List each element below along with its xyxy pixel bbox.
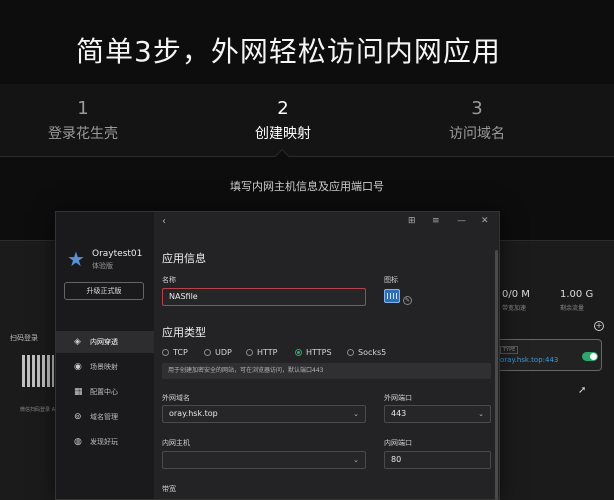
scene-icon: ◉ <box>74 362 82 372</box>
step-divider <box>0 156 614 157</box>
stat-value: 0/0 M <box>502 289 530 300</box>
chevron-down-icon: ⌄ <box>353 456 359 464</box>
radio-http[interactable]: HTTP <box>246 348 277 357</box>
radio-label: HTTPS <box>306 348 332 357</box>
nas-app-icon[interactable] <box>384 289 400 303</box>
config-icon: ▦ <box>74 387 83 397</box>
radio-label: TCP <box>173 348 188 357</box>
menu-icon[interactable]: ≡ <box>432 216 440 226</box>
radio-udp[interactable]: UDP <box>204 348 232 357</box>
step-label: 登录花生壳 <box>48 126 118 142</box>
chevron-down-icon: ⌄ <box>478 410 484 418</box>
mapping-card[interactable]: TYPE oray.hsk.top:443 <box>498 339 602 371</box>
mapping-url[interactable]: oray.hsk.top:443 <box>500 356 558 364</box>
grid-icon[interactable]: ⊞ <box>408 216 416 226</box>
stat-value: 1.00 G <box>560 289 594 300</box>
stat-label: 剩余流量 <box>560 305 585 312</box>
step-3: 3 访问域名 <box>407 98 547 143</box>
back-icon[interactable]: ‹ <box>162 216 166 227</box>
name-value: NASfile <box>169 292 198 301</box>
step-number: 1 <box>77 98 89 119</box>
add-icon[interactable]: + <box>594 321 604 331</box>
upgrade-button[interactable]: 升级正式版 <box>64 282 144 300</box>
sidebar-item-label: 内网穿透 <box>90 338 118 346</box>
step-number: 2 <box>277 98 289 119</box>
sidebar-item-label: 发现好玩 <box>90 438 118 446</box>
sidebar-item-label: 配置中心 <box>90 388 118 396</box>
int-host-select[interactable]: ⌄ <box>162 451 366 469</box>
mapping-toggle[interactable] <box>582 352 598 361</box>
radio-https[interactable]: HTTPS <box>295 348 332 357</box>
step-number: 3 <box>471 98 483 119</box>
type-tag: TYPE <box>500 346 519 354</box>
app-info-title: 应用信息 <box>162 252 206 265</box>
step-2: 2 创建映射 <box>213 98 353 143</box>
ext-domain-value: oray.hsk.top <box>169 409 218 418</box>
user-plan: 体验版 <box>92 262 113 270</box>
name-input[interactable]: NASfile <box>162 288 366 306</box>
step-1: 1 登录花生壳 <box>13 98 153 143</box>
type-hint: 用于创建加密安全的网站，可在浏览器访问，默认端口443 <box>162 363 491 379</box>
radio-socks5[interactable]: Socks5 <box>347 348 386 357</box>
scan-login-title: 扫码登录 <box>10 334 38 342</box>
int-port-value: 80 <box>391 455 402 464</box>
sidebar-item-scene[interactable]: ◉ 场景映射 <box>56 356 154 378</box>
app-type-title: 应用类型 <box>162 326 206 339</box>
radio-label: Socks5 <box>358 348 387 357</box>
qr-code-icon <box>22 355 54 387</box>
left-background-window: 扫码登录 <box>0 240 58 500</box>
sidebar-item-config[interactable]: ▦ 配置中心 <box>56 381 154 403</box>
mouse-cursor-icon: ➚ <box>578 385 587 396</box>
name-label: 名称 <box>162 276 176 284</box>
subcaption: 填写内网主机信息及应用端口号 <box>230 180 384 193</box>
edit-icon[interactable]: ✎ <box>403 296 412 305</box>
icon-label: 图标 <box>384 276 398 284</box>
domain-icon: ⊚ <box>74 412 82 422</box>
sidebar-item-discover[interactable]: ◍ 发现好玩 <box>56 431 154 453</box>
radio-tcp[interactable]: TCP <box>162 348 188 357</box>
sidebar-item-label: 域名管理 <box>90 413 118 421</box>
step-label: 访问域名 <box>449 126 505 142</box>
title-bar: ‹ ⊞ ≡ — ✕ <box>154 212 499 234</box>
sidebar-item-intranet[interactable]: ◈ 内网穿透 <box>56 331 154 353</box>
user-name: Oraytest01 <box>92 249 143 259</box>
stat-label: 带宽加速 <box>502 305 527 312</box>
radio-label: HTTP <box>257 348 278 357</box>
radio-label: UDP <box>215 348 232 357</box>
minimize-icon[interactable]: — <box>457 216 466 226</box>
ext-port-label: 外网端口 <box>384 394 412 402</box>
avatar-star-icon[interactable]: ★ <box>66 247 86 271</box>
headline: 简单3步，外网轻松访问内网应用 <box>76 35 501 68</box>
step-label: 创建映射 <box>255 126 311 142</box>
sidebar-item-label: 场景映射 <box>90 363 118 371</box>
close-icon[interactable]: ✕ <box>481 216 489 226</box>
scrollbar[interactable] <box>495 250 498 500</box>
cube-icon: ◈ <box>74 337 81 347</box>
int-port-input[interactable]: 80 <box>384 451 491 469</box>
bandwidth-label: 带宽 <box>162 485 176 493</box>
int-host-label: 内网主机 <box>162 439 190 447</box>
ext-domain-label: 外网域名 <box>162 394 190 402</box>
sidebar-item-domain[interactable]: ⊚ 域名管理 <box>56 406 154 428</box>
chevron-down-icon: ⌄ <box>353 410 359 418</box>
sidebar: ★ Oraytest01 体验版 升级正式版 ◈ 内网穿透 ◉ 场景映射 ▦ 配… <box>56 212 154 499</box>
discover-icon: ◍ <box>74 437 82 447</box>
right-background-window: 0/0 M 带宽加速 1.00 G 剩余流量 + TYPE oray.hsk.t… <box>498 240 614 500</box>
int-port-label: 内网端口 <box>384 439 412 447</box>
ext-port-select[interactable]: 443 ⌄ <box>384 405 491 423</box>
app-window: ★ Oraytest01 体验版 升级正式版 ◈ 内网穿透 ◉ 场景映射 ▦ 配… <box>55 211 500 500</box>
ext-port-value: 443 <box>391 409 407 418</box>
ext-domain-select[interactable]: oray.hsk.top ⌄ <box>162 405 366 423</box>
